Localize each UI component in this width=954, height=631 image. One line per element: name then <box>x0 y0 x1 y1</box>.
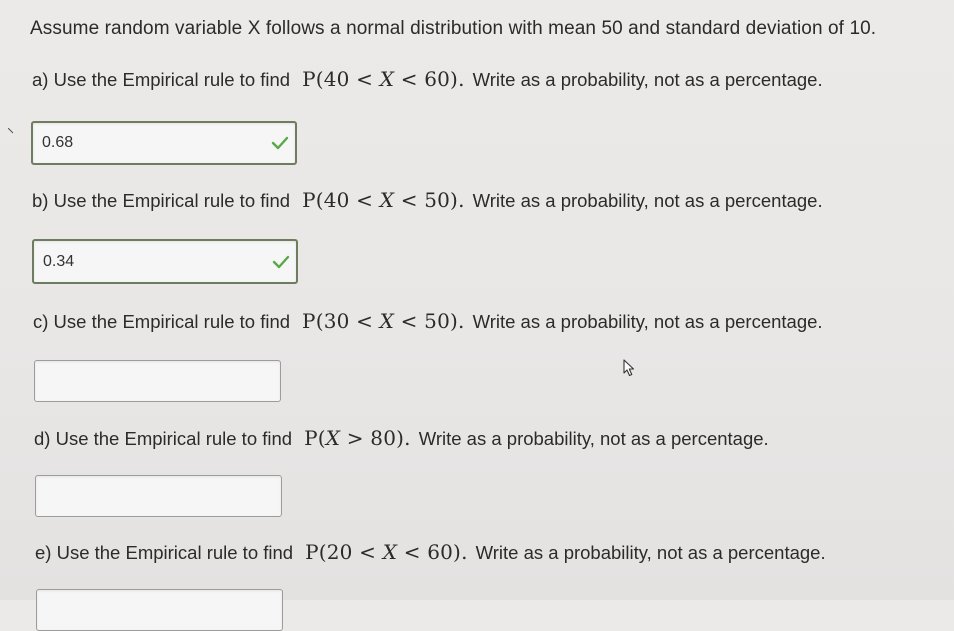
check-icon <box>272 254 290 270</box>
question-a-instruction: Write as a probability, not as a percent… <box>472 69 823 90</box>
question-b: b) Use the Empirical rule to find P(40 <… <box>32 188 823 212</box>
question-a: a) Use the Empirical rule to find P(40 <… <box>32 67 823 91</box>
question-e-instruction: Write as a probability, not as a percent… <box>475 542 826 563</box>
question-e-label: e) Use the Empirical rule to find <box>35 542 294 563</box>
question-c-label: c) Use the Empirical rule to find <box>33 311 291 332</box>
question-d: d) Use the Empirical rule to find P(X > … <box>34 426 769 450</box>
question-e: e) Use the Empirical rule to find P(20 <… <box>35 540 826 564</box>
answer-b-value: 0.34 <box>43 252 75 270</box>
mouse-pointer-icon <box>621 359 637 377</box>
question-e-expression: P(20 < X < 60). <box>305 540 468 564</box>
answer-e-input[interactable] <box>36 589 283 631</box>
question-b-expression: P(40 < X < 50). <box>302 188 465 212</box>
question-c: c) Use the Empirical rule to find P(30 <… <box>33 309 823 333</box>
answer-a-value: 0.68 <box>42 134 74 151</box>
question-b-instruction: Write as a probability, not as a percent… <box>472 190 823 211</box>
answer-b-input[interactable]: 0.34 <box>32 239 298 284</box>
question-c-instruction: Write as a probability, not as a percent… <box>472 311 823 332</box>
question-d-expression: P(X > 80). <box>304 426 411 450</box>
question-d-label: d) Use the Empirical rule to find <box>34 428 293 449</box>
answer-a-input[interactable]: 0.68 <box>31 121 297 165</box>
question-c-expression: P(30 < X < 50). <box>302 309 465 333</box>
question-page: Assume random variable X follows a norma… <box>0 0 954 631</box>
question-a-label: a) Use the Empirical rule to find <box>32 69 291 90</box>
question-a-expression: P(40 < X < 60). <box>302 67 465 91</box>
problem-intro: Assume random variable X follows a norma… <box>30 18 877 39</box>
answer-d-input[interactable] <box>35 475 282 517</box>
edge-mark <box>7 121 14 134</box>
question-b-label: b) Use the Empirical rule to find <box>32 190 291 211</box>
answer-c-input[interactable] <box>34 360 281 402</box>
check-icon <box>271 135 289 151</box>
question-d-instruction: Write as a probability, not as a percent… <box>418 428 769 449</box>
